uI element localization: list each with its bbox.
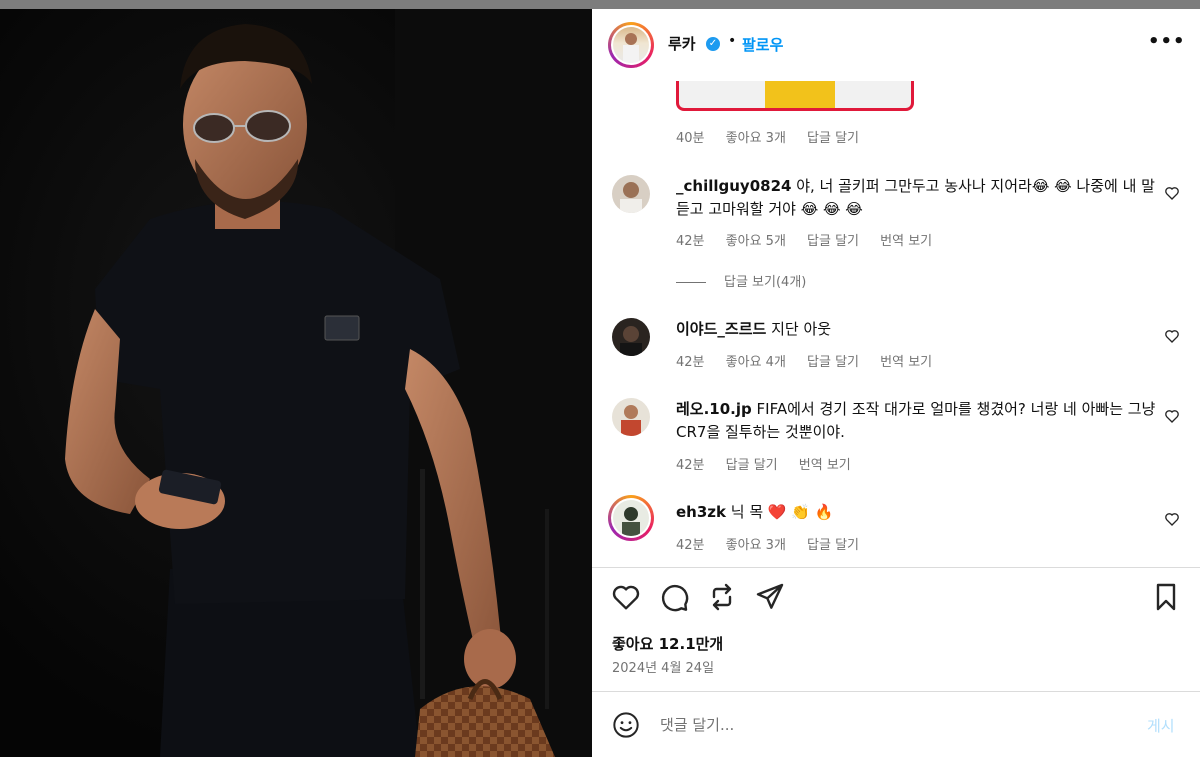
comment-meta: 42분 좋아요 4개 답글 달기 번역 보기 [676, 351, 949, 370]
follow-button[interactable]: 팔로우 [742, 34, 783, 55]
avatar-image [613, 27, 649, 63]
divider [592, 691, 1200, 692]
comment-image-attachment[interactable] [676, 81, 914, 111]
comment-meta: 42분 답글 달기 번역 보기 [676, 454, 868, 473]
post-date: 2024년 4월 24일 [612, 661, 715, 676]
post-sidebar: 루카 ✓ • 팔로우 ••• 40분 좋아요 3개 답글 달기 _chillgu… [592, 9, 1200, 757]
comment-likes[interactable]: 좋아요 3개 [726, 538, 786, 553]
repost-icon[interactable] [706, 581, 738, 613]
comment-username[interactable]: 이야드_즈르드 [676, 320, 766, 338]
like-count[interactable]: 좋아요 12.1만개 [612, 633, 723, 654]
translate-button[interactable]: 번역 보기 [880, 355, 932, 370]
emoji-icon[interactable] [612, 711, 640, 739]
like-heart-icon[interactable] [610, 581, 642, 613]
save-bookmark-icon[interactable] [1150, 581, 1182, 613]
translate-button[interactable]: 번역 보기 [799, 458, 851, 473]
view-replies-label: 답글 보기(4개) [724, 275, 807, 290]
separator-dot: • [728, 33, 737, 49]
comment-body: 레오.10.jp FIFA에서 경기 조작 대가로 얼마를 챙겼어? 너랑 네 … [676, 398, 1158, 444]
comment-body: eh3zk 닉 목 ❤️ 👏 🔥 [676, 501, 1158, 524]
comment-body: _chillguy0824 야, 너 골키퍼 그만두고 농사나 지어라😂 😂 나… [676, 175, 1158, 221]
comment-meta: 40분 좋아요 3개 답글 달기 [676, 127, 876, 146]
comment-meta: 42분 좋아요 3개 답글 달기 [676, 534, 876, 553]
comment-text: 닉 목 ❤️ 👏 🔥 [726, 503, 834, 521]
comment-time: 42분 [676, 355, 705, 370]
reply-button[interactable]: 답글 달기 [807, 131, 859, 146]
comment-likes[interactable]: 좋아요 3개 [726, 131, 786, 146]
reply-button[interactable]: 답글 달기 [807, 538, 859, 553]
comment-input[interactable] [660, 711, 1120, 739]
reply-button[interactable]: 답글 달기 [807, 234, 859, 249]
reply-button[interactable]: 답글 달기 [807, 355, 859, 370]
photo-illustration [65, 9, 592, 757]
divider [592, 567, 1200, 568]
comment-username[interactable]: 레오.10.jp [676, 400, 752, 418]
post-comment-button[interactable]: 게시 [1147, 715, 1175, 736]
verified-badge-icon: ✓ [706, 37, 720, 51]
comment-time: 42분 [676, 538, 705, 553]
comment-icon[interactable] [658, 581, 690, 613]
comment-username[interactable]: eh3zk [676, 503, 726, 521]
comment-body: 이야드_즈르드 지단 아웃 [676, 318, 1158, 341]
comment-like-heart-icon[interactable] [1164, 511, 1180, 527]
commenter-avatar[interactable] [608, 495, 654, 541]
comment-like-heart-icon[interactable] [1164, 328, 1180, 344]
commenter-avatar[interactable] [612, 175, 650, 213]
comment-time: 42분 [676, 234, 705, 249]
post-header: 루카 ✓ • 팔로우 ••• [592, 9, 1200, 81]
author-username[interactable]: 루카 [668, 33, 696, 54]
comment-username[interactable]: _chillguy0824 [676, 177, 791, 195]
comment-time: 42분 [676, 458, 705, 473]
translate-button[interactable]: 번역 보기 [880, 234, 932, 249]
reply-button[interactable]: 답글 달기 [726, 458, 778, 473]
author-avatar[interactable] [608, 22, 654, 68]
comment-like-heart-icon[interactable] [1164, 185, 1180, 201]
more-options-icon[interactable]: ••• [1148, 31, 1186, 52]
top-bar [0, 0, 1200, 9]
comment-like-heart-icon[interactable] [1164, 408, 1180, 424]
action-bar [592, 581, 1200, 617]
comment-likes[interactable]: 좋아요 5개 [726, 234, 786, 249]
comment-likes[interactable]: 좋아요 4개 [726, 355, 786, 370]
share-icon[interactable] [754, 581, 786, 613]
comment-text: 지단 아웃 [766, 320, 832, 338]
commenter-avatar[interactable] [612, 398, 650, 436]
commenter-avatar[interactable] [612, 318, 650, 356]
comment-time: 40분 [676, 131, 705, 146]
view-replies-button[interactable]: 답글 보기(4개) [676, 271, 806, 290]
post-photo[interactable] [0, 9, 592, 757]
comment-composer: 게시 [592, 701, 1200, 757]
comment-meta: 42분 좋아요 5개 답글 달기 번역 보기 [676, 230, 949, 249]
